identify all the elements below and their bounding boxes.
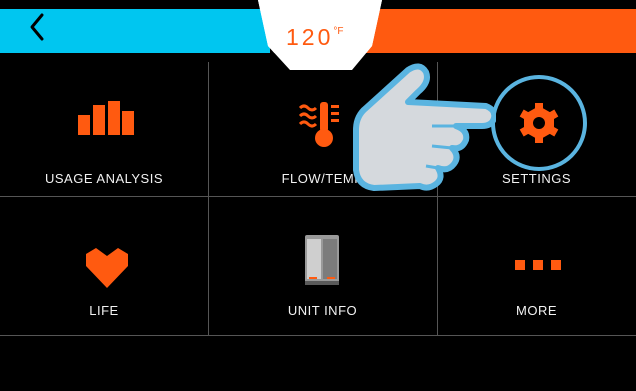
tile-more[interactable]: MORE: [437, 197, 636, 335]
grid-divider-bottom: [0, 335, 636, 336]
pointing-hand-icon: [353, 63, 496, 191]
temperature-value: 120: [286, 24, 334, 50]
tile-usage-analysis[interactable]: USAGE ANALYSIS: [0, 62, 208, 196]
more-dots-icon: [515, 260, 561, 270]
tile-label: MORE: [516, 303, 557, 318]
gear-icon: [491, 75, 587, 171]
back-button[interactable]: [20, 9, 60, 45]
tile-life[interactable]: LIFE: [0, 197, 208, 335]
tile-label: UNIT INFO: [287, 303, 358, 318]
tile-label: LIFE: [89, 303, 119, 318]
heart-icon: [86, 248, 128, 288]
tile-label: USAGE ANALYSIS: [44, 171, 164, 186]
chevron-left-icon: [30, 13, 44, 41]
temperature-readout: 120°F: [286, 24, 376, 51]
tile-unit-info[interactable]: UNIT INFO: [208, 197, 437, 335]
bar-chart-icon: [78, 101, 134, 135]
temperature-unit: °F: [333, 26, 344, 37]
water-heater-unit-icon: [305, 235, 339, 285]
